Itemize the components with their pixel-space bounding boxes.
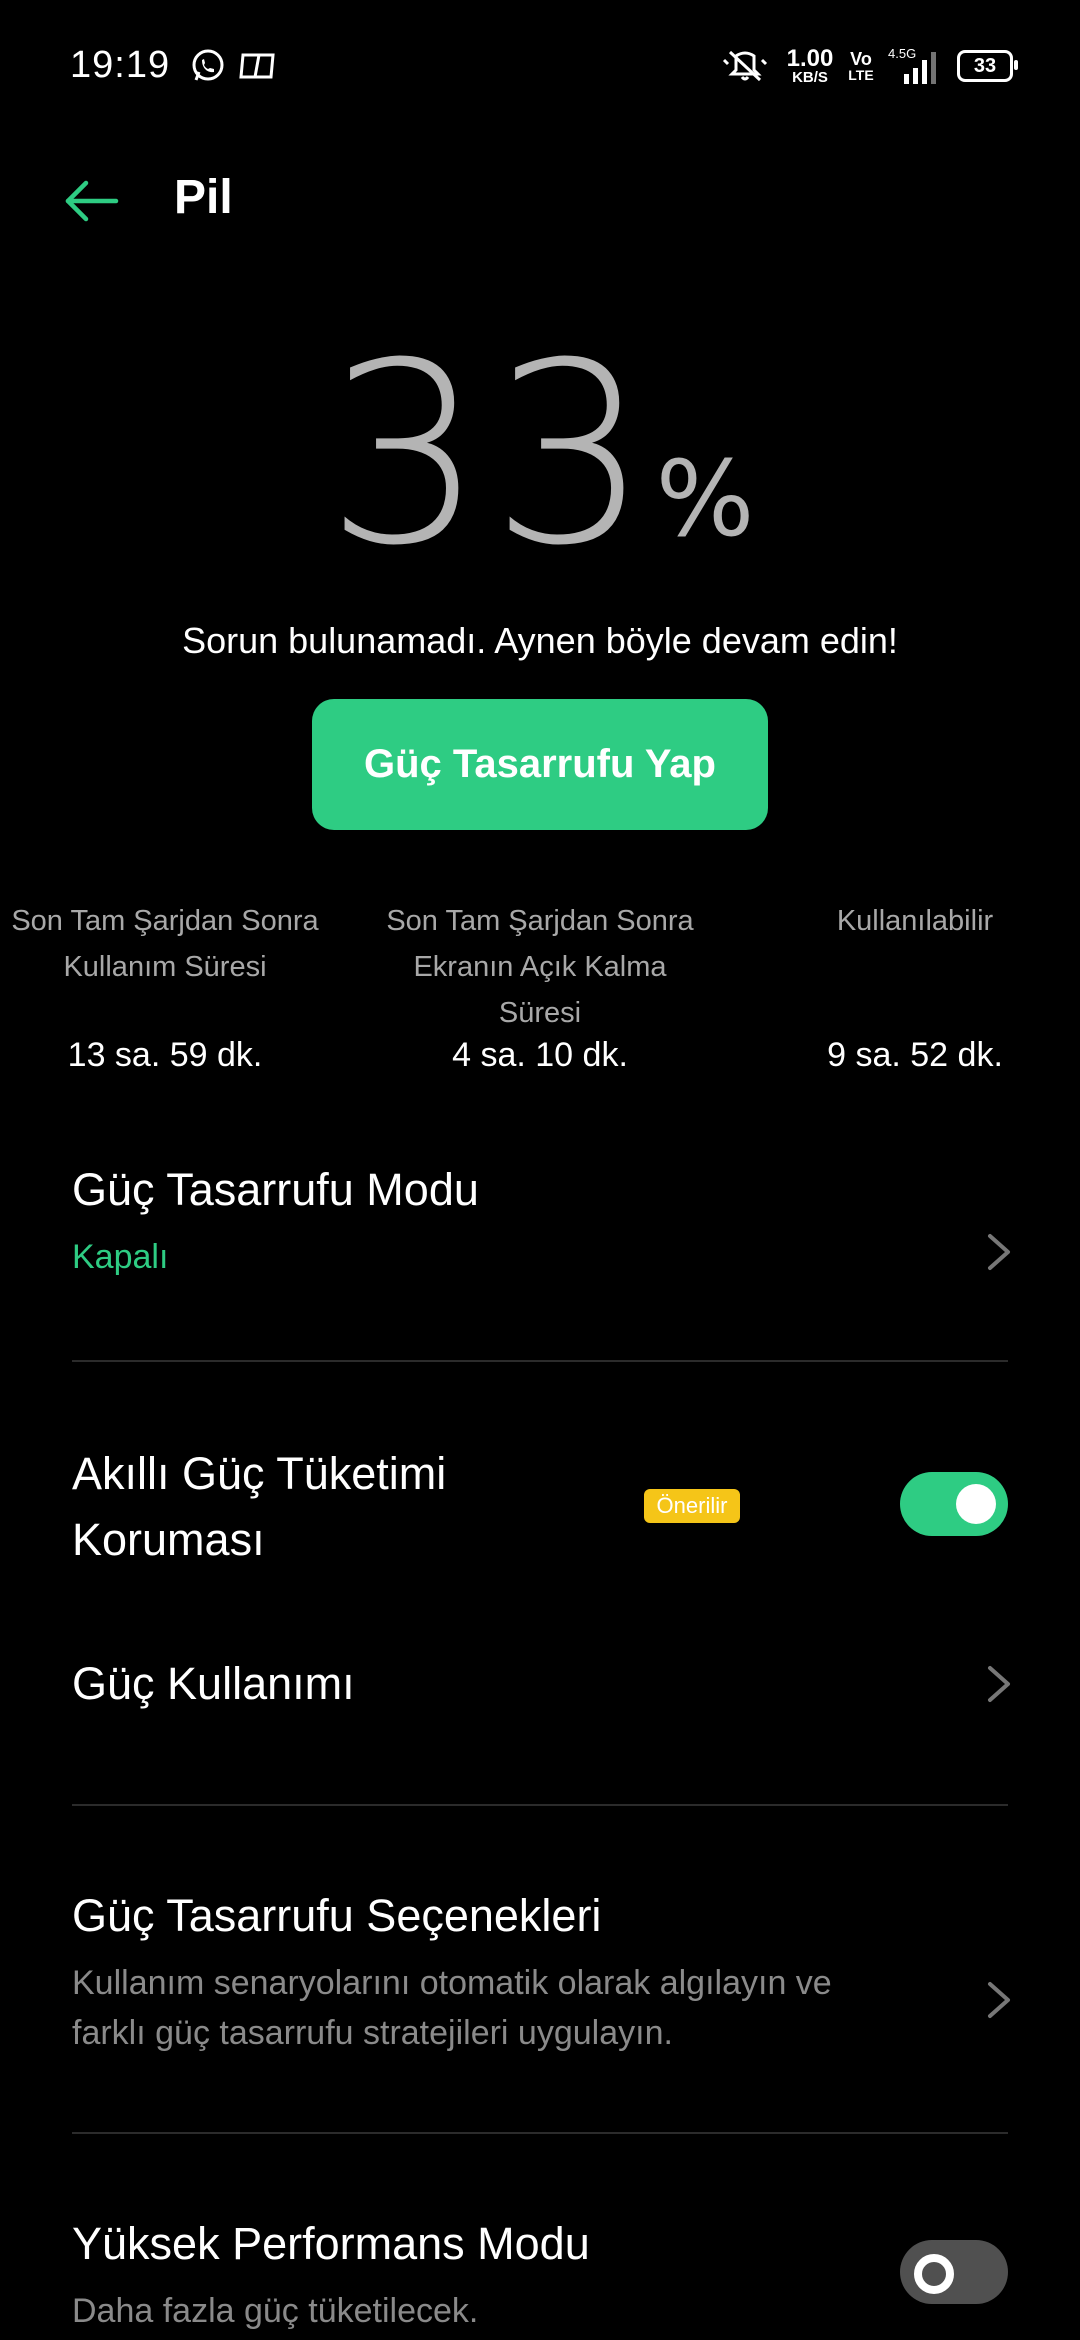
- toggle-knob: [914, 2254, 954, 2294]
- recommended-badge: Önerilir: [644, 1489, 740, 1523]
- chevron-right-icon: [980, 1970, 1020, 2030]
- stat-remaining-time: Kullanılabilir 9 sa. 52 dk.: [745, 898, 1080, 1075]
- power-saving-options-desc-line1: Kullanım senaryolarını otomatik olarak a…: [72, 1964, 832, 2002]
- network-speed: 1.00 KB/S: [786, 44, 834, 86]
- power-usage-row[interactable]: Güç Kullanımı: [0, 1650, 1080, 1760]
- stat-value: 4 sa. 10 dk.: [452, 1036, 628, 1074]
- chevron-right-icon: [980, 1654, 1020, 1714]
- smart-protection-toggle[interactable]: [900, 1472, 1008, 1536]
- high-performance-title: Yüksek Performans Modu: [72, 2218, 590, 2269]
- stat-label: Son Tam Şarjdan Sonra Kullanım Süresi: [11, 905, 319, 983]
- divider: [72, 1804, 1008, 1806]
- stat-value: 13 sa. 59 dk.: [67, 1036, 263, 1074]
- app-notification-icon: [238, 46, 278, 86]
- whatsapp-icon: [188, 46, 228, 86]
- mute-icon: [722, 46, 768, 86]
- stat-value: 9 sa. 52 dk.: [827, 1036, 1003, 1074]
- high-performance-desc: Daha fazla güç tüketilecek.: [72, 2292, 479, 2330]
- divider: [72, 1360, 1008, 1362]
- power-saving-options-desc-line2: farklı güç tasarrufu stratejileri uygula…: [72, 2014, 673, 2052]
- smart-protection-title-line1: Akıllı Güç Tüketimi: [72, 1448, 447, 1499]
- back-arrow-icon[interactable]: [62, 172, 120, 230]
- chevron-right-icon: [980, 1222, 1020, 1282]
- divider: [72, 2132, 1008, 2134]
- status-bar: 19:19 1.00 KB/S Vo LTE 4.5G 33: [0, 0, 1080, 130]
- power-saving-mode-title: Güç Tasarrufu Modu: [72, 1164, 479, 1215]
- battery-percentage: 33%: [0, 330, 1080, 580]
- power-saving-options-title: Güç Tasarrufu Seçenekleri: [72, 1890, 602, 1941]
- power-saving-mode-status: Kapalı: [72, 1238, 169, 1276]
- signal-icon: 4.5G: [886, 46, 938, 86]
- toggle-knob: [956, 1484, 996, 1524]
- smart-protection-title-line2: Koruması: [72, 1514, 265, 1565]
- battery-percent-value: 33: [325, 309, 656, 600]
- stat-usage-time: Son Tam Şarjdan Sonra Kullanım Süresi 13…: [0, 898, 335, 1075]
- power-saving-mode-row[interactable]: Güç Tasarrufu Modu Kapalı: [0, 1160, 1080, 1320]
- battery-icon: 33: [956, 46, 1018, 86]
- battery-status-message: Sorun bulunamadı. Aynen böyle devam edin…: [182, 620, 898, 661]
- optimize-battery-button[interactable]: Güç Tasarrufu Yap: [312, 699, 768, 830]
- stat-label: Son Tam Şarjdan Sonra Ekranın Açık Kalma…: [386, 905, 694, 1029]
- power-saving-options-row[interactable]: Güç Tasarrufu Seçenekleri Kullanım senar…: [0, 1886, 1080, 2066]
- power-usage-title: Güç Kullanımı: [72, 1658, 355, 1709]
- status-time: 19:19: [70, 44, 171, 86]
- stat-label: Kullanılabilir: [836, 905, 994, 937]
- stat-screen-on-time: Son Tam Şarjdan Sonra Ekranın Açık Kalma…: [370, 898, 710, 1075]
- volte-indicator: Vo LTE: [848, 49, 874, 83]
- page-title: Pil: [174, 171, 233, 224]
- high-performance-toggle[interactable]: [900, 2240, 1008, 2304]
- battery-percent-unit: %: [655, 438, 755, 560]
